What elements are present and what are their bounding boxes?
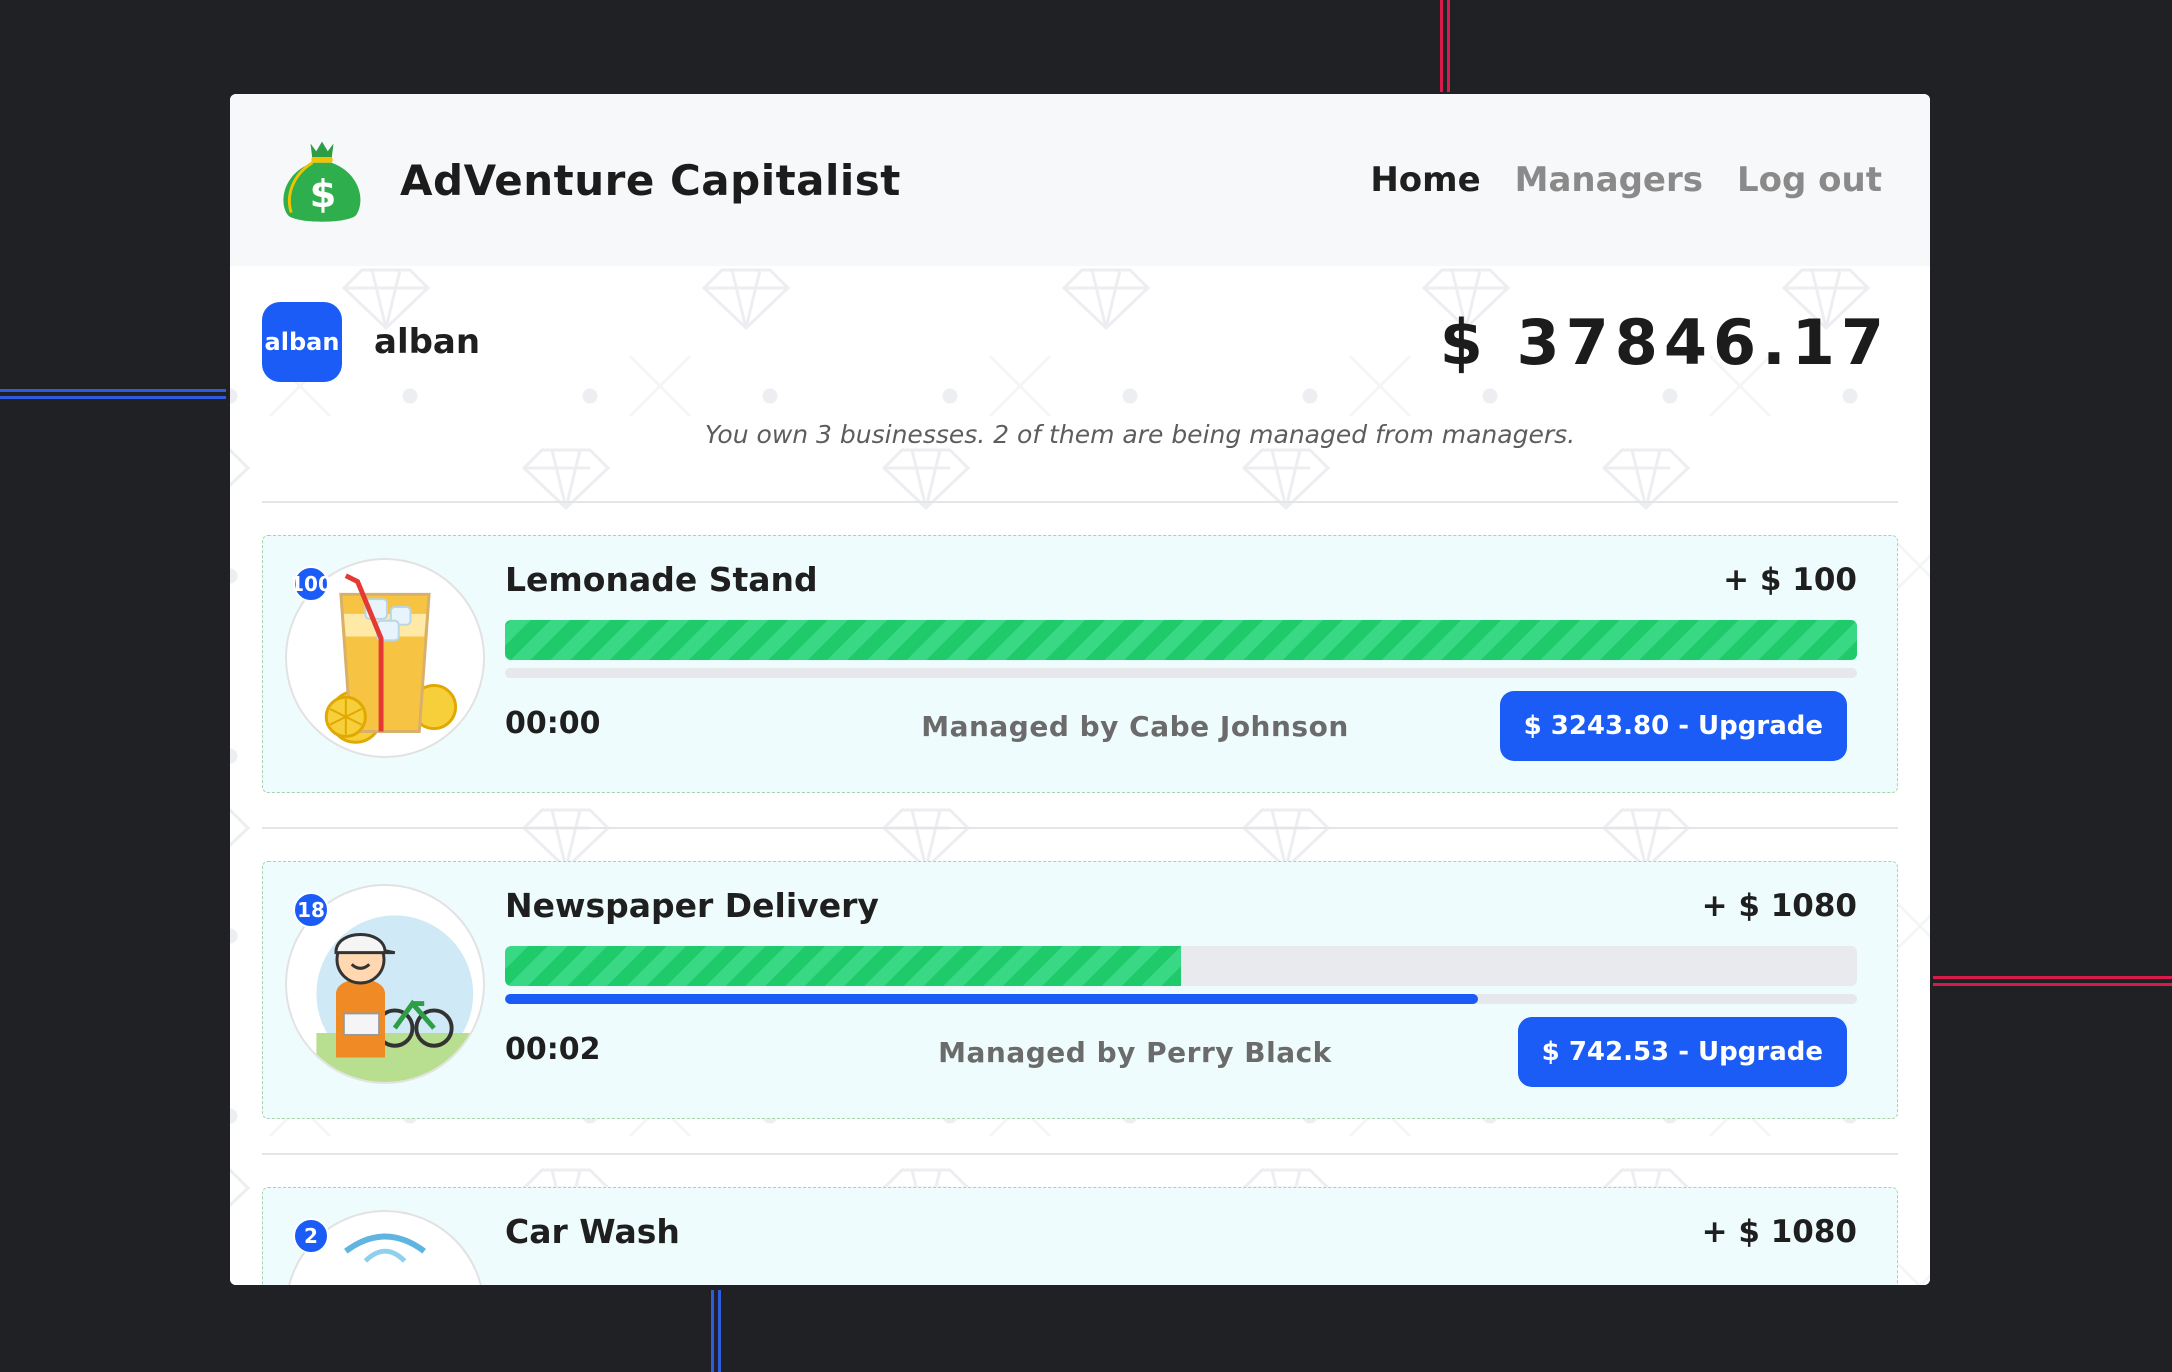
manager-progress-bar bbox=[505, 994, 1857, 1004]
nav-logout[interactable]: Log out bbox=[1737, 160, 1882, 200]
decorative-line-right bbox=[1933, 976, 2172, 986]
business-card-lemonade-stand: 100 Lemonade Stand + $ 100 00:00 Managed… bbox=[262, 535, 1898, 793]
main-content: alban alban $ 37846.17 You own 3 busines… bbox=[230, 266, 1930, 1285]
business-count-badge: 2 bbox=[293, 1218, 329, 1254]
decorative-line-left bbox=[0, 389, 226, 399]
business-count-badge: 100 bbox=[290, 566, 332, 602]
divider bbox=[262, 1153, 1898, 1155]
nav-home[interactable]: Home bbox=[1370, 160, 1480, 200]
business-card-newspaper-delivery: 18 Newspaper Delivery + $ 1080 00:02 Man… bbox=[262, 861, 1898, 1119]
navbar: $ AdVenture Capitalist Home Managers Log… bbox=[230, 94, 1930, 266]
production-progress-fill bbox=[505, 620, 1857, 660]
production-progress-bar bbox=[505, 620, 1857, 660]
business-card-car-wash: 2 Car Wash + $ 1080 bbox=[262, 1187, 1898, 1285]
decorative-line-bottom bbox=[711, 1290, 721, 1372]
upgrade-button[interactable]: $ 742.53 - Upgrade bbox=[1517, 1017, 1847, 1087]
business-name: Newspaper Delivery bbox=[505, 886, 879, 925]
nav-managers[interactable]: Managers bbox=[1515, 160, 1703, 200]
business-timer: 00:00 bbox=[505, 706, 601, 741]
upgrade-button[interactable]: $ 3243.80 - Upgrade bbox=[1499, 691, 1847, 761]
business-income: + $ 1080 bbox=[1701, 1214, 1857, 1250]
username: alban bbox=[374, 322, 481, 362]
production-progress-fill bbox=[505, 946, 1181, 986]
business-timer: 00:02 bbox=[505, 1032, 601, 1067]
svg-text:$: $ bbox=[310, 172, 337, 217]
user-header: alban alban $ 37846.17 bbox=[230, 266, 1930, 382]
business-manager: Managed by Perry Black bbox=[938, 1036, 1332, 1069]
business-income: + $ 1080 bbox=[1701, 888, 1857, 924]
avatar[interactable]: alban bbox=[262, 302, 342, 382]
decorative-line-top bbox=[1440, 0, 1450, 92]
main-nav: Home Managers Log out bbox=[1370, 160, 1882, 200]
business-count-badge: 18 bbox=[293, 892, 329, 928]
business-income: + $ 100 bbox=[1723, 562, 1857, 598]
divider bbox=[262, 501, 1898, 503]
balance: $ 37846.17 bbox=[1439, 305, 1890, 379]
business-summary: You own 3 businesses. 2 of them are bein… bbox=[704, 420, 1576, 449]
money-bag-icon: $ bbox=[283, 141, 361, 222]
manager-progress-bar bbox=[505, 668, 1857, 678]
business-name: Car Wash bbox=[505, 1212, 680, 1251]
manager-progress-fill bbox=[505, 994, 1479, 1004]
divider bbox=[262, 827, 1898, 829]
app-window: $ AdVenture Capitalist Home Managers Log… bbox=[230, 94, 1930, 1285]
production-progress-bar bbox=[505, 946, 1857, 986]
business-manager: Managed by Cabe Johnson bbox=[921, 710, 1349, 743]
business-name: Lemonade Stand bbox=[505, 560, 818, 599]
app-title: AdVenture Capitalist bbox=[400, 155, 901, 205]
